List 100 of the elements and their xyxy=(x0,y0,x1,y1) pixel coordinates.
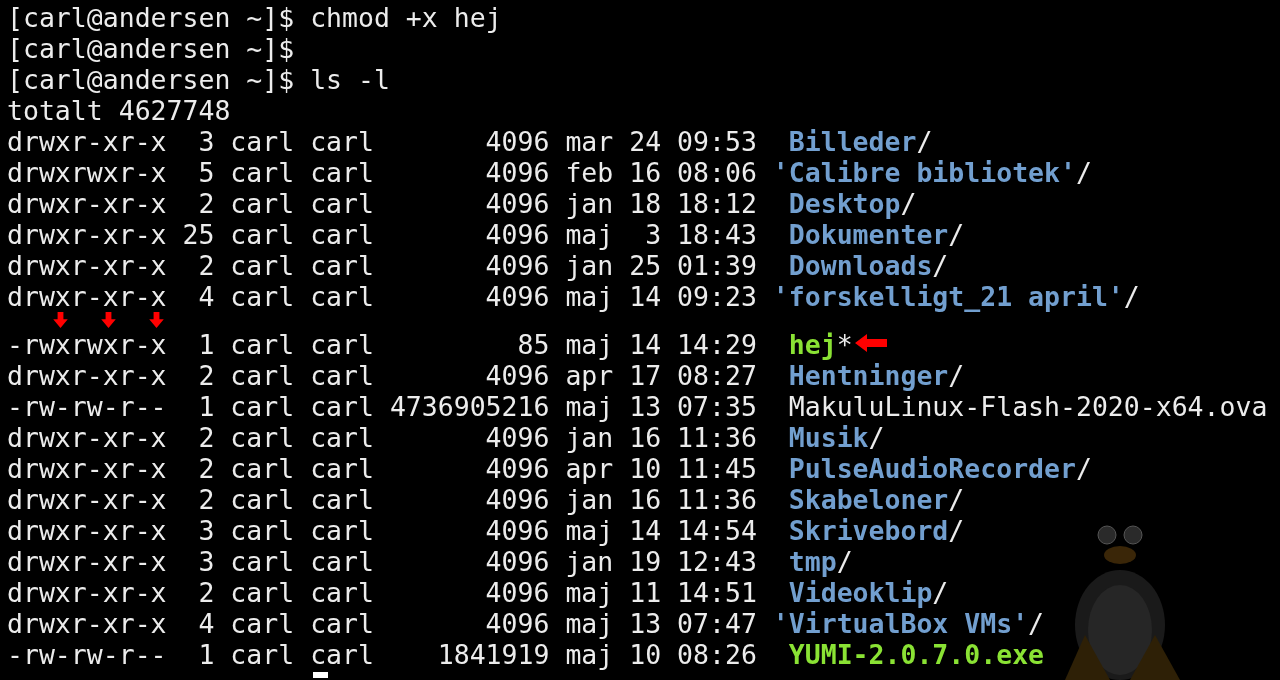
type-indicator: * xyxy=(836,329,853,360)
month-text: jan xyxy=(565,546,614,577)
link-count: 2 xyxy=(197,577,215,608)
day-text: 18 xyxy=(628,188,662,219)
owner-text: carl xyxy=(230,219,295,250)
month-text: jan xyxy=(565,188,614,219)
link-count: 2 xyxy=(197,250,215,281)
month-text: maj xyxy=(565,329,614,360)
group-text: carl xyxy=(310,126,374,157)
owner-text: carl xyxy=(230,422,295,453)
group-text: carl xyxy=(310,360,374,391)
month-text: feb xyxy=(565,157,614,188)
file-size: 4096 xyxy=(484,484,550,515)
owner-text: carl xyxy=(230,188,295,219)
permissions-text: drwxrwxr-x xyxy=(7,157,167,188)
file-name: Dokumenter xyxy=(788,219,949,250)
month-text: jan xyxy=(565,422,614,453)
month-text: apr xyxy=(565,360,614,391)
file-name: Downloads xyxy=(788,250,933,281)
day-text: 17 xyxy=(628,360,662,391)
left-arrow-icon xyxy=(854,334,887,352)
month-text: jan xyxy=(565,250,614,281)
time-text: 07:47 xyxy=(677,608,757,639)
type-indicator: / xyxy=(1075,157,1092,188)
time-text: 01:39 xyxy=(677,250,757,281)
time-text: 14:51 xyxy=(677,577,757,608)
time-text: 12:43 xyxy=(677,546,757,577)
permissions-text: drwxr-xr-x xyxy=(7,453,167,484)
file-name: Videoklip xyxy=(788,577,933,608)
permissions-text: drwxr-xr-x xyxy=(7,281,167,312)
permissions-text: drwxr-xr-x xyxy=(7,608,167,639)
file-name: YUMI-2.0.7.0.exe xyxy=(788,639,1045,670)
month-text: jan xyxy=(565,484,614,515)
time-text: 08:27 xyxy=(677,360,757,391)
type-indicator: / xyxy=(1075,453,1092,484)
type-indicator: / xyxy=(948,484,965,515)
time-text: 11:36 xyxy=(677,422,757,453)
group-text: carl xyxy=(310,546,374,577)
permissions-text: drwxr-xr-x xyxy=(7,484,167,515)
group-text: carl xyxy=(310,577,374,608)
type-indicator: / xyxy=(1028,608,1045,639)
command-text: ls -l xyxy=(310,64,390,95)
file-size: 4096 xyxy=(484,188,550,219)
link-count: 3 xyxy=(197,126,215,157)
file-size: 4096 xyxy=(484,157,550,188)
file-name: Hentninger xyxy=(788,360,949,391)
month-text: maj xyxy=(565,219,614,250)
file-name: Skabeloner xyxy=(788,484,949,515)
file-name: Billeder xyxy=(788,126,917,157)
file-name: 'Calibre bibliotek' xyxy=(772,157,1076,188)
command-text: chmod +x hej xyxy=(310,2,502,33)
link-count: 4 xyxy=(197,281,215,312)
file-size: 4096 xyxy=(484,219,550,250)
time-text: 18:43 xyxy=(677,219,757,250)
day-text: 13 xyxy=(628,608,662,639)
day-text: 3 xyxy=(644,219,662,250)
link-count: 2 xyxy=(197,453,215,484)
type-indicator: / xyxy=(836,546,853,577)
link-count: 2 xyxy=(197,422,215,453)
file-name: Musik xyxy=(788,422,869,453)
group-text: carl xyxy=(310,453,374,484)
time-text: 07:35 xyxy=(677,391,757,422)
link-count: 1 xyxy=(197,391,215,422)
down-arrow-icon xyxy=(148,312,164,328)
owner-text: carl xyxy=(230,639,295,670)
total-line: totalt 4627748 xyxy=(7,95,231,126)
month-text: maj xyxy=(565,515,614,546)
file-name: PulseAudioRecorder xyxy=(788,453,1076,484)
permissions-text: drwxr-xr-x xyxy=(7,360,167,391)
day-text: 10 xyxy=(628,453,662,484)
month-text: mar xyxy=(565,126,614,157)
group-text: carl xyxy=(310,484,374,515)
day-text: 25 xyxy=(628,250,662,281)
day-text: 14 xyxy=(628,329,662,360)
type-indicator: / xyxy=(1123,281,1140,312)
day-text: 16 xyxy=(628,484,662,515)
type-indicator: / xyxy=(948,360,965,391)
permissions-text: drwxr-xr-x xyxy=(7,422,167,453)
owner-text: carl xyxy=(230,515,295,546)
month-text: maj xyxy=(565,639,614,670)
month-text: maj xyxy=(565,577,614,608)
permissions-text: drwxr-xr-x xyxy=(7,126,167,157)
owner-text: carl xyxy=(230,577,295,608)
owner-text: carl xyxy=(230,360,295,391)
day-text: 14 xyxy=(628,515,662,546)
type-indicator: / xyxy=(932,250,949,281)
time-text: 08:26 xyxy=(677,639,757,670)
file-size: 4096 xyxy=(484,422,550,453)
file-size: 85 xyxy=(516,329,550,360)
time-text: 09:23 xyxy=(677,281,757,312)
permissions-text: drwxr-xr-x xyxy=(7,219,167,250)
file-size: 4096 xyxy=(484,577,550,608)
group-text: carl xyxy=(310,515,374,546)
group-text: carl xyxy=(310,157,374,188)
link-count: 2 xyxy=(197,484,215,515)
permissions-text: drwxr-xr-x xyxy=(7,515,167,546)
file-size: 4096 xyxy=(484,126,550,157)
group-text: carl xyxy=(310,391,374,422)
down-arrow-icon xyxy=(52,312,68,328)
shell-prompt: [carl@andersen ~]$ xyxy=(7,2,295,33)
